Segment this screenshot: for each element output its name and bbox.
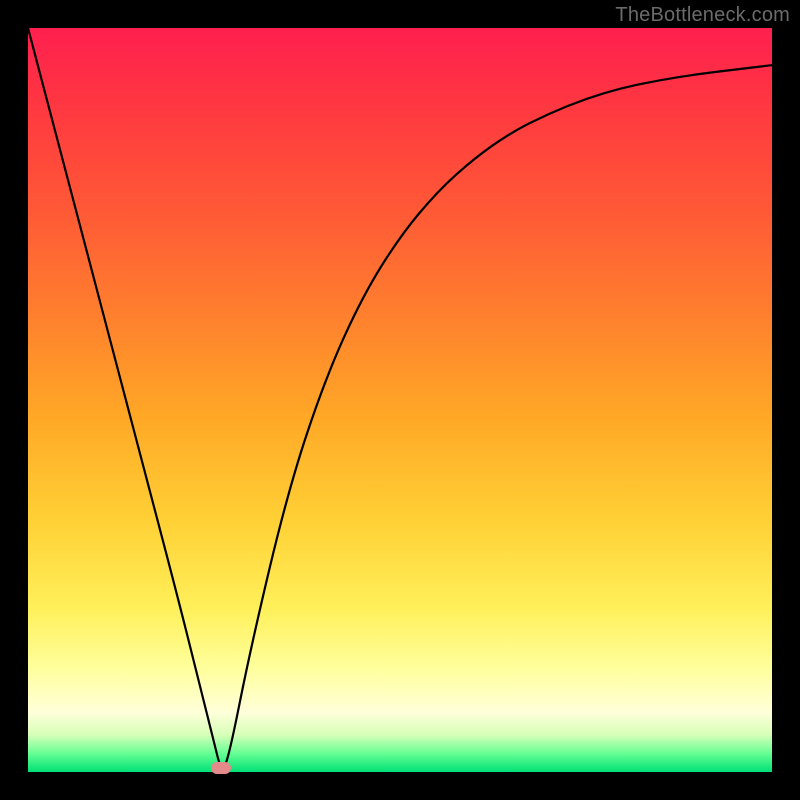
attribution-text: TheBottleneck.com <box>615 4 790 27</box>
optimal-marker <box>211 762 231 774</box>
bottleneck-curve <box>28 28 772 772</box>
curve-path <box>28 28 772 767</box>
plot-area <box>28 28 772 772</box>
chart-frame: TheBottleneck.com <box>0 0 800 800</box>
